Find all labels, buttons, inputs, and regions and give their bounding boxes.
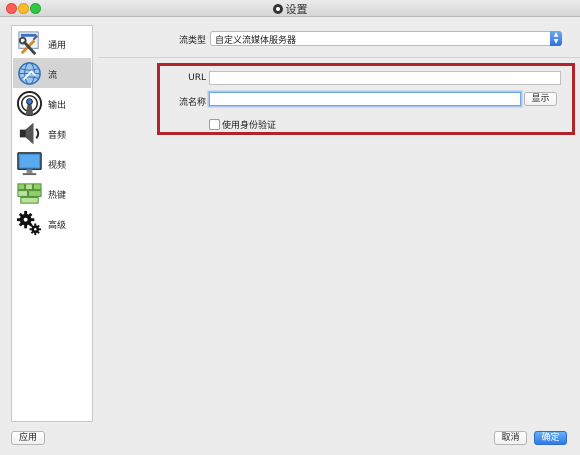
sidebar-item-label: 通用 <box>48 41 67 51</box>
sidebar-item-label: 热键 <box>48 191 67 201</box>
sidebar-item-advanced[interactable]: 高级 <box>13 208 91 238</box>
section-divider <box>98 57 580 58</box>
stream-type-select[interactable]: 自定义流媒体服务器 ▲ ▼ <box>210 31 562 46</box>
select-arrows-icon: ▲ ▼ <box>550 31 562 46</box>
sidebar-item-label: 高级 <box>48 221 67 231</box>
sidebar-item-stream[interactable]: 流 <box>13 58 91 88</box>
ok-button[interactable]: 确定 <box>534 431 567 445</box>
use-auth-label: 使用身份验证 <box>222 121 277 131</box>
keyboard-icon <box>17 183 42 204</box>
stream-key-input[interactable] <box>210 95 520 107</box>
broadcast-output-icon <box>16 90 43 117</box>
sidebar-item-label: 音频 <box>48 131 67 141</box>
apply-button[interactable]: 应用 <box>11 431 45 445</box>
sidebar-item-general[interactable]: 通用 <box>13 28 91 58</box>
cancel-button[interactable]: 取消 <box>494 431 527 445</box>
speaker-icon <box>19 122 40 145</box>
settings-sidebar: 通用 流 输出 音频 视频 热键 高级 <box>11 25 93 422</box>
sidebar-item-audio[interactable]: 音频 <box>13 118 91 148</box>
obs-logo-icon <box>272 4 283 14</box>
sidebar-item-label: 视频 <box>48 161 67 171</box>
url-input[interactable] <box>210 74 560 86</box>
monitor-icon <box>17 152 42 176</box>
sidebar-item-label: 输出 <box>48 101 67 111</box>
url-field[interactable] <box>209 71 561 86</box>
sidebar-item-label: 流 <box>48 71 58 81</box>
window-title: 设置 <box>285 3 308 16</box>
stream-key-label: 流名称 <box>178 98 206 108</box>
globe-network-icon <box>18 62 41 85</box>
sidebar-item-video[interactable]: 视频 <box>13 148 91 178</box>
stream-type-label: 流类型 <box>178 36 206 46</box>
wrench-screwdriver-icon <box>18 31 39 56</box>
settings-window: 设置 通用 流 输出 音频 视频 热键 高级 流类型 自定义流媒体服务器 ▲ ▼… <box>0 0 580 455</box>
url-label: URL <box>188 73 206 83</box>
sidebar-item-output[interactable]: 输出 <box>13 88 91 118</box>
window-title-wrap: 设置 <box>0 1 580 17</box>
stream-type-value: 自定义流媒体服务器 <box>215 36 297 46</box>
title-bar: 设置 <box>0 0 580 17</box>
gears-icon <box>16 210 42 236</box>
use-auth-checkbox[interactable] <box>209 119 220 130</box>
stream-key-field[interactable] <box>209 92 521 107</box>
sidebar-item-hotkeys[interactable]: 热键 <box>13 178 91 208</box>
show-key-button[interactable]: 显示 <box>524 92 557 106</box>
